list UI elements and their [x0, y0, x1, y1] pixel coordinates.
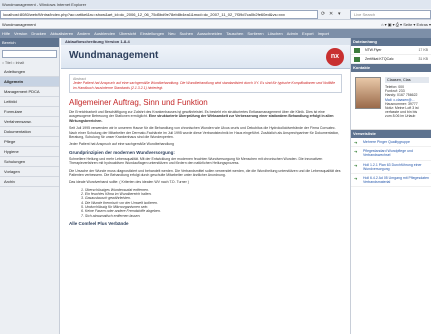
download-item[interactable]: NTW.Flyer 17 KB [351, 46, 431, 55]
sidebar-item[interactable]: Vorlagen [0, 167, 59, 177]
menu-item[interactable]: Import [318, 31, 329, 36]
browser-window: Wundmanagement - Windows Internet Explor… [0, 0, 431, 334]
paragraph: Seit Juli 1995 verwenden wir in unserem … [69, 126, 340, 140]
contact-name[interactable]: Claasen, Clas [385, 77, 429, 83]
menu-item[interactable]: Export [302, 31, 314, 36]
sidebar-item[interactable]: Verfahrensanw. [0, 117, 59, 127]
menu-item[interactable]: Ausschneiden [197, 31, 222, 36]
arrow-icon: ➔ [354, 140, 358, 145]
menu-item[interactable]: Ausblenden [94, 31, 115, 36]
search-engine-icon[interactable]: ▾ [338, 10, 341, 19]
downloads-header: Dateianhang [351, 38, 431, 46]
paragraph: Schnellere Heilung und mehr Lebensqualit… [69, 156, 323, 166]
download-name[interactable]: NTW.Flyer [365, 48, 382, 52]
abstract-box: Abstract Jeder Patient hat Anspruch auf … [69, 74, 342, 93]
menu-item[interactable]: Aktualisieren [50, 31, 73, 36]
menu-item[interactable]: Drucken [31, 31, 46, 36]
menu-item[interactable]: Suchen [180, 31, 194, 36]
file-icon [354, 48, 360, 53]
menu-item[interactable]: Version [14, 31, 27, 36]
file-size: 31 KB [418, 57, 428, 61]
download-name[interactable]: Zertifikat KTQCalc [365, 57, 394, 61]
left-sidebar: Bereich ○ Titel ○ Inhalt Anleitungen Allg… [0, 38, 60, 334]
reference-link[interactable]: ➔ Holl 1.2.1 Plan 63 Durchführung einer W… [351, 161, 431, 175]
sidebar-item[interactable]: Leitbild [0, 97, 59, 107]
reference-label[interactable]: Holl 1.2.1 Plan 63 Durchführung einer Wu… [363, 163, 422, 171]
sidebar-item[interactable]: Pflege [0, 137, 59, 147]
reference-label[interactable]: Holl 6.4.2 Ad 05 Umgang mit Pflegesdaten… [363, 176, 429, 184]
sidebar-header: Bereich [0, 38, 59, 47]
subheading: Alle Comfeel Plus Verbände [69, 220, 129, 226]
stop-icon[interactable]: ✕ [329, 10, 333, 19]
command-bar[interactable]: ⌂ ▾ ▣ ▾ ⎙ ▾ Seite ▾ Extras ▾ [381, 20, 431, 29]
menu-item[interactable]: Löschen [268, 31, 283, 36]
contact-photo [355, 77, 381, 109]
arrow-icon: ➔ [354, 162, 358, 168]
contacts-header: Kontakte [351, 64, 431, 72]
sidebar-item[interactable]: Management PDCA [0, 87, 59, 97]
app-menubar: Hilfe Version Drucken Aktualisieren Ändern Au… [0, 29, 431, 38]
right-sidebar: Dateianhang NTW.Flyer 17 KB Zertifikat KTQ… [350, 38, 431, 334]
criteria-list: 1. Überschüssiges Wundexsudat entfernen.… [81, 188, 342, 218]
contact-details: Telefon: 000 Funkruf: 233 Handy: 0167 7566… [385, 85, 431, 119]
sidebar-item[interactable]: Allgemein [0, 77, 59, 87]
window-title: Wundmanagement - Windows Internet Explor… [0, 0, 431, 9]
reference-link[interactable]: ➔ Holl 6.4.2 Ad 05 Umgang mit Pflegesdate… [351, 174, 431, 188]
section-heading: Allgemeiner Auftrag, Sinn und Funktion [69, 98, 208, 107]
arrow-icon: ➔ [354, 176, 358, 182]
download-item[interactable]: Zertifikat KTQCalc 31 KB [351, 55, 431, 64]
url-input[interactable]: localhost:8080/web/fi/intra/index.php?ac… [0, 10, 318, 19]
reference-link[interactable]: ➔ Mehrere Pinger Qualitygruppe [351, 138, 431, 148]
sidebar-item[interactable]: Hygiene [0, 147, 59, 157]
menu-item[interactable]: Admin [287, 31, 298, 36]
page-header: Wundmanagement nx [61, 45, 350, 69]
sidebar-item[interactable]: Formulare [0, 107, 59, 117]
reference-label[interactable]: Pflegestandard Wundpflege und Verbandswe… [363, 149, 413, 157]
paragraph: Die Erreichbarkeit und Beschäftigung zur… [69, 110, 334, 123]
menu-item[interactable]: Übersicht [119, 31, 136, 36]
menu-item[interactable]: Sortieren [247, 31, 263, 36]
page-title: Wundmanagement [69, 50, 159, 61]
menu-item[interactable]: Einstellungen [140, 31, 164, 36]
refresh-icon[interactable]: ⟳ [321, 10, 325, 19]
favorite-tab[interactable]: Wundmanagement [2, 20, 36, 29]
list-item: 7. Sich atraumatisch entfernen lassen. [81, 213, 141, 218]
main-content: Ablaufbeschreibung Version 1-8-4 Wundman… [61, 38, 350, 334]
address-bar: localhost:8080/web/fi/intra/index.php?ac… [0, 9, 431, 20]
sidebar-item[interactable]: Anleitungen [0, 67, 59, 77]
contact-line: zum 8.06 im Urlaub [385, 114, 416, 119]
menu-item[interactable]: Tauschen [226, 31, 243, 36]
abstract-text: Jeder Patient hat Anspruch auf eine sach… [73, 81, 336, 90]
favorites-bar: Wundmanagement ⌂ ▾ ▣ ▾ ⎙ ▾ Seite ▾ Extra… [0, 20, 431, 29]
menu-item[interactable]: Ändern [77, 31, 90, 36]
paragraph: Die Ursache der Wunde muss diagnostizier… [69, 168, 341, 178]
sidebar-search-input[interactable] [2, 50, 57, 58]
reference-link[interactable]: ➔ Pflegestandard Wundpflege und Verbandsw… [351, 147, 431, 161]
sidebar-item[interactable]: Archiv [0, 177, 59, 187]
reference-label[interactable]: Mehrere Pinger Qualitygruppe [363, 140, 410, 144]
search-input[interactable]: Live Search [350, 10, 431, 19]
contact-card: Claasen, Clas Telefon: 000 Funkruf: 233 Ha… [351, 72, 431, 130]
menu-item[interactable]: Neu [168, 31, 175, 36]
menu-item[interactable]: Hilfe [2, 31, 10, 36]
references-header: Verweisliste [351, 130, 431, 138]
version-bar: Ablaufbeschreibung Version 1-8-4 [61, 38, 350, 45]
paragraph: Das ideale Wundverband sollte: ( Kriteri… [69, 180, 189, 185]
file-icon [354, 57, 360, 62]
nx-logo: nx [326, 48, 344, 66]
arrow-icon: ➔ [354, 149, 358, 155]
file-size: 17 KB [418, 48, 428, 52]
subheading: Grundprinzipien der modernen Wundversorg… [69, 149, 175, 155]
sidebar-item[interactable]: Dokumentation [0, 127, 59, 137]
sidebar-item[interactable]: Schulungen [0, 157, 59, 167]
paragraph: Jeder Patient hat Anspruch auf eine sach… [69, 142, 175, 147]
